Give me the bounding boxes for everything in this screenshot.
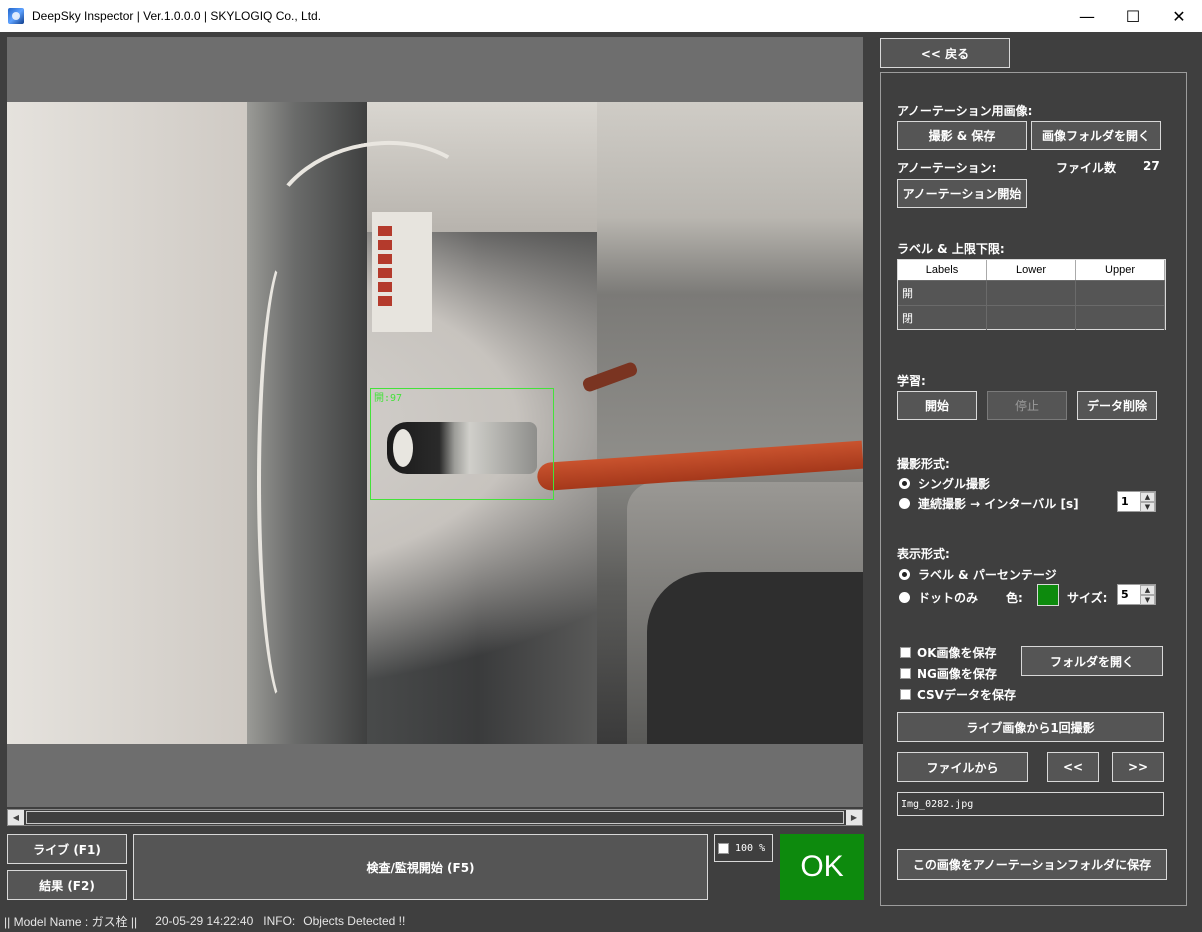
zoom-value: 100 % [735, 842, 766, 854]
checkbox-icon[interactable] [900, 668, 911, 679]
learning-start-button[interactable]: 開始 [897, 391, 977, 420]
minimize-button[interactable]: — [1064, 0, 1110, 32]
radio-unselected-icon [899, 498, 910, 509]
status-timestamp: 20-05-29 14:22:40 [155, 914, 254, 928]
detection-label: 開:97 [374, 393, 403, 404]
dot-only-radio[interactable]: ドットのみ [899, 589, 978, 606]
table-cell-upper[interactable] [1076, 306, 1165, 330]
result-button[interactable]: 結果 (F2) [7, 870, 127, 900]
display-mode-label: 表示形式: [897, 547, 950, 561]
delete-data-button[interactable]: データ削除 [1077, 391, 1157, 420]
stepper-down-icon[interactable]: ▼ [1140, 595, 1155, 605]
title-bar: DeepSky Inspector | Ver.1.0.0.0 | SKYLOG… [0, 0, 1202, 32]
size-value[interactable]: 5 [1118, 585, 1140, 604]
table-header-labels: Labels [898, 260, 987, 280]
continuous-capture-radio[interactable]: 連続撮影 → インターバル [s] [899, 495, 1079, 512]
capture-once-button[interactable]: ライブ画像から1回撮影 [897, 712, 1164, 742]
interval-value[interactable]: 1 [1118, 492, 1140, 511]
save-to-annotation-folder-button[interactable]: この画像をアノーテーションフォルダに保存 [897, 849, 1167, 880]
model-name: || Model Name : ガス栓 || [4, 914, 138, 929]
table-header-lower: Lower [987, 260, 1076, 280]
open-folder-button[interactable]: フォルダを開く [1021, 646, 1163, 676]
table-cell-lower[interactable] [987, 306, 1076, 330]
status-info-text: Objects Detected !! [303, 914, 406, 928]
zoom-control[interactable]: 100 % [714, 834, 773, 862]
single-capture-radio[interactable]: シングル撮影 [899, 475, 990, 492]
single-capture-label: シングル撮影 [918, 477, 991, 491]
detection-bounding-box: 開:97 [370, 388, 554, 500]
app-logo-icon [8, 8, 24, 24]
save-ng-images-label: NG画像を保存 [917, 667, 997, 681]
save-csv-checkbox[interactable]: CSVデータを保存 [900, 686, 1016, 703]
table-header: Labels Lower Upper [898, 260, 1165, 280]
back-button[interactable]: << 戻る [880, 38, 1010, 68]
radio-selected-icon [899, 569, 910, 580]
zoom-checkbox[interactable] [718, 842, 729, 854]
labels-table[interactable]: Labels Lower Upper 開 閉 [897, 259, 1166, 330]
window-title: DeepSky Inspector | Ver.1.0.0.0 | SKYLOG… [32, 9, 322, 23]
annotation-image-label: アノーテーション用画像: [897, 104, 1033, 118]
open-image-folder-button[interactable]: 画像フォルダを開く [1031, 121, 1161, 150]
save-ng-images-checkbox[interactable]: NG画像を保存 [900, 665, 997, 682]
stepper-up-icon[interactable]: ▲ [1140, 492, 1155, 502]
scroll-left-arrow-icon[interactable]: ◀ [8, 810, 24, 825]
learning-stop-button[interactable]: 停止 [987, 391, 1067, 420]
from-file-button[interactable]: ファイルから [897, 752, 1028, 782]
radio-unselected-icon [899, 592, 910, 603]
file-count-label: ファイル数 [1056, 161, 1117, 175]
inspect-start-button[interactable]: 検査/監視開始 (F5) [133, 834, 708, 900]
dot-only-label: ドットのみ [918, 591, 979, 605]
radio-selected-icon [899, 478, 910, 489]
table-cell-upper[interactable] [1076, 281, 1165, 305]
stepper-up-icon[interactable]: ▲ [1140, 585, 1155, 595]
live-button[interactable]: ライブ (F1) [7, 834, 127, 864]
scrollbar-thumb[interactable] [26, 811, 844, 824]
table-cell-label[interactable]: 閉 [898, 306, 987, 330]
annotation-label: アノーテーション: [897, 161, 997, 175]
file-count-value: 27 [1143, 159, 1160, 173]
save-csv-label: CSVデータを保存 [917, 688, 1016, 702]
color-label: 色: [1006, 591, 1023, 605]
table-cell-lower[interactable] [987, 281, 1076, 305]
next-image-button[interactable]: >> [1112, 752, 1164, 782]
status-bar: || Model Name : ガス栓 || 20-05-29 14:22:40… [0, 910, 1202, 932]
file-name-field[interactable]: Img_0282.jpg [897, 792, 1164, 816]
table-row[interactable]: 閉 [898, 305, 1165, 330]
window-controls: — ☐ ✕ [1064, 0, 1202, 32]
label-percentage-label: ラベル & パーセンテージ [918, 568, 1057, 582]
size-label: サイズ: [1067, 591, 1108, 605]
learning-label: 学習: [897, 374, 926, 388]
size-stepper[interactable]: 5 ▲ ▼ [1117, 584, 1156, 605]
close-button[interactable]: ✕ [1156, 0, 1202, 32]
checkbox-icon[interactable] [900, 647, 911, 658]
dot-color-swatch[interactable] [1037, 584, 1059, 606]
labels-limits-label: ラベル & 上限下限: [897, 242, 1005, 256]
table-cell-label[interactable]: 開 [898, 281, 987, 305]
ok-result-badge: OK [780, 834, 864, 900]
save-ok-images-checkbox[interactable]: OK画像を保存 [900, 644, 997, 661]
previous-image-button[interactable]: << [1047, 752, 1099, 782]
save-ok-images-label: OK画像を保存 [917, 646, 997, 660]
status-info-label: INFO: [263, 914, 296, 928]
horizontal-scrollbar[interactable]: ◀ ▶ [7, 809, 863, 826]
interval-stepper[interactable]: 1 ▲ ▼ [1117, 491, 1156, 512]
label-percentage-radio[interactable]: ラベル & パーセンテージ [899, 566, 1057, 583]
checkbox-icon[interactable] [900, 689, 911, 700]
annotation-start-button[interactable]: アノーテーション開始 [897, 179, 1027, 208]
capture-save-button[interactable]: 撮影 & 保存 [897, 121, 1027, 150]
table-header-upper: Upper [1076, 260, 1165, 280]
scroll-right-arrow-icon[interactable]: ▶ [846, 810, 862, 825]
capture-mode-label: 撮影形式: [897, 457, 950, 471]
continuous-capture-label: 連続撮影 → インターバル [s] [918, 497, 1079, 511]
maximize-button[interactable]: ☐ [1110, 0, 1156, 32]
table-row[interactable]: 開 [898, 280, 1165, 305]
stepper-down-icon[interactable]: ▼ [1140, 502, 1155, 512]
